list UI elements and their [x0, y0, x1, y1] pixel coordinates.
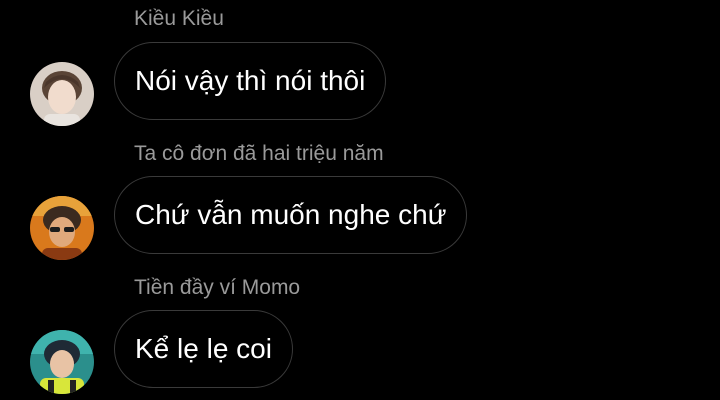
- sender-name: Ta cô đơn đã hai triệu năm: [134, 142, 384, 165]
- message-bubble[interactable]: Kể lẹ lẹ coi: [114, 310, 293, 388]
- message-bubble[interactable]: Nói vậy thì nói thôi: [114, 42, 387, 120]
- message-text: Chứ vẫn muốn nghe chứ: [135, 199, 447, 230]
- avatar[interactable]: [30, 196, 94, 260]
- avatar[interactable]: [30, 62, 94, 126]
- sender-name: Tiền đầy ví Momo: [134, 276, 301, 299]
- avatar-image: [30, 62, 94, 126]
- chat-thread: Kiều Kiều Nói vậy thì nói thôi Ta cô đơn…: [0, 0, 720, 400]
- message-text: Kể lẹ lẹ coi: [135, 333, 272, 364]
- avatar-image: [30, 196, 94, 260]
- message-text: Nói vậy thì nói thôi: [135, 65, 366, 96]
- message-bubble[interactable]: Chứ vẫn muốn nghe chứ: [114, 176, 468, 254]
- sender-name: Kiều Kiều: [134, 7, 224, 30]
- avatar-image: [30, 330, 94, 394]
- avatar[interactable]: [30, 330, 94, 394]
